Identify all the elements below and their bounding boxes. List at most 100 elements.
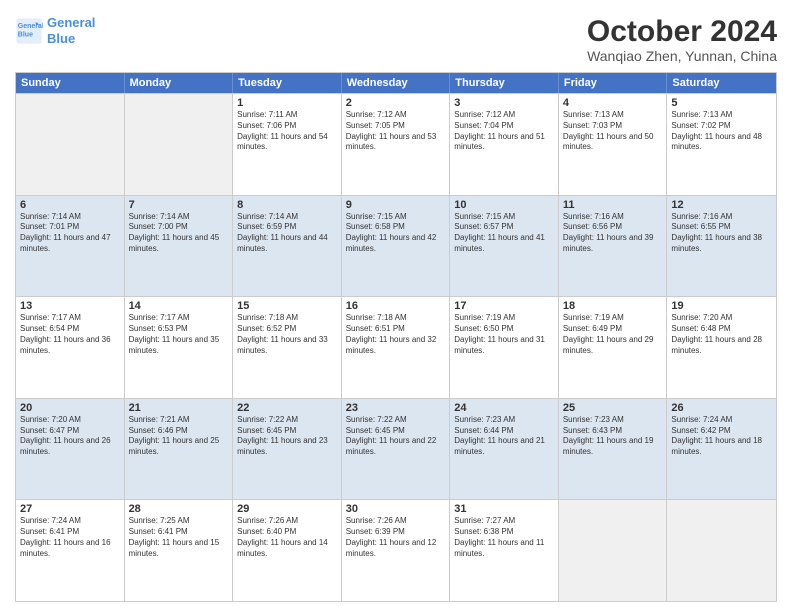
- cell-date-3: 3: [454, 97, 554, 109]
- cell-date-28: 28: [129, 503, 229, 515]
- calendar-row-3: 20Sunrise: 7:20 AMSunset: 6:47 PMDayligh…: [16, 398, 776, 500]
- calendar-cell-7: 7Sunrise: 7:14 AMSunset: 7:00 PMDaylight…: [125, 196, 234, 297]
- cell-date-14: 14: [129, 300, 229, 312]
- cell-date-13: 13: [20, 300, 120, 312]
- calendar-cell-3: 3Sunrise: 7:12 AMSunset: 7:04 PMDaylight…: [450, 94, 559, 195]
- cell-date-30: 30: [346, 503, 446, 515]
- calendar-cell-24: 24Sunrise: 7:23 AMSunset: 6:44 PMDayligh…: [450, 399, 559, 500]
- calendar-cell-5: 5Sunrise: 7:13 AMSunset: 7:02 PMDaylight…: [667, 94, 776, 195]
- calendar-cell-30: 30Sunrise: 7:26 AMSunset: 6:39 PMDayligh…: [342, 500, 451, 601]
- cell-date-29: 29: [237, 503, 337, 515]
- empty-cell: [559, 500, 668, 601]
- cell-info-22: Sunrise: 7:22 AMSunset: 6:45 PMDaylight:…: [237, 415, 337, 458]
- cell-info-19: Sunrise: 7:20 AMSunset: 6:48 PMDaylight:…: [671, 313, 772, 356]
- subtitle: Wanqiao Zhen, Yunnan, China: [587, 48, 777, 64]
- cell-info-12: Sunrise: 7:16 AMSunset: 6:55 PMDaylight:…: [671, 212, 772, 255]
- cell-info-29: Sunrise: 7:26 AMSunset: 6:40 PMDaylight:…: [237, 516, 337, 559]
- cell-info-6: Sunrise: 7:14 AMSunset: 7:01 PMDaylight:…: [20, 212, 120, 255]
- header-day-wednesday: Wednesday: [342, 73, 451, 93]
- calendar-cell-14: 14Sunrise: 7:17 AMSunset: 6:53 PMDayligh…: [125, 297, 234, 398]
- calendar-cell-19: 19Sunrise: 7:20 AMSunset: 6:48 PMDayligh…: [667, 297, 776, 398]
- calendar-cell-16: 16Sunrise: 7:18 AMSunset: 6:51 PMDayligh…: [342, 297, 451, 398]
- cell-info-23: Sunrise: 7:22 AMSunset: 6:45 PMDaylight:…: [346, 415, 446, 458]
- calendar-body: 1Sunrise: 7:11 AMSunset: 7:06 PMDaylight…: [16, 93, 776, 601]
- cell-info-7: Sunrise: 7:14 AMSunset: 7:00 PMDaylight:…: [129, 212, 229, 255]
- cell-date-16: 16: [346, 300, 446, 312]
- calendar-cell-28: 28Sunrise: 7:25 AMSunset: 6:41 PMDayligh…: [125, 500, 234, 601]
- logo-icon: General Blue: [15, 17, 43, 45]
- cell-date-6: 6: [20, 199, 120, 211]
- calendar-cell-4: 4Sunrise: 7:13 AMSunset: 7:03 PMDaylight…: [559, 94, 668, 195]
- header-day-thursday: Thursday: [450, 73, 559, 93]
- calendar-cell-10: 10Sunrise: 7:15 AMSunset: 6:57 PMDayligh…: [450, 196, 559, 297]
- cell-info-30: Sunrise: 7:26 AMSunset: 6:39 PMDaylight:…: [346, 516, 446, 559]
- calendar-cell-6: 6Sunrise: 7:14 AMSunset: 7:01 PMDaylight…: [16, 196, 125, 297]
- calendar-cell-13: 13Sunrise: 7:17 AMSunset: 6:54 PMDayligh…: [16, 297, 125, 398]
- calendar-cell-11: 11Sunrise: 7:16 AMSunset: 6:56 PMDayligh…: [559, 196, 668, 297]
- header-day-tuesday: Tuesday: [233, 73, 342, 93]
- cell-date-20: 20: [20, 402, 120, 414]
- cell-info-18: Sunrise: 7:19 AMSunset: 6:49 PMDaylight:…: [563, 313, 663, 356]
- cell-date-9: 9: [346, 199, 446, 211]
- cell-info-27: Sunrise: 7:24 AMSunset: 6:41 PMDaylight:…: [20, 516, 120, 559]
- cell-info-14: Sunrise: 7:17 AMSunset: 6:53 PMDaylight:…: [129, 313, 229, 356]
- empty-cell: [125, 94, 234, 195]
- cell-date-11: 11: [563, 199, 663, 211]
- calendar-cell-20: 20Sunrise: 7:20 AMSunset: 6:47 PMDayligh…: [16, 399, 125, 500]
- calendar-row-0: 1Sunrise: 7:11 AMSunset: 7:06 PMDaylight…: [16, 93, 776, 195]
- cell-date-15: 15: [237, 300, 337, 312]
- empty-cell: [16, 94, 125, 195]
- cell-info-9: Sunrise: 7:15 AMSunset: 6:58 PMDaylight:…: [346, 212, 446, 255]
- calendar-cell-8: 8Sunrise: 7:14 AMSunset: 6:59 PMDaylight…: [233, 196, 342, 297]
- calendar-cell-29: 29Sunrise: 7:26 AMSunset: 6:40 PMDayligh…: [233, 500, 342, 601]
- cell-info-15: Sunrise: 7:18 AMSunset: 6:52 PMDaylight:…: [237, 313, 337, 356]
- cell-info-11: Sunrise: 7:16 AMSunset: 6:56 PMDaylight:…: [563, 212, 663, 255]
- calendar-cell-26: 26Sunrise: 7:24 AMSunset: 6:42 PMDayligh…: [667, 399, 776, 500]
- calendar-cell-9: 9Sunrise: 7:15 AMSunset: 6:58 PMDaylight…: [342, 196, 451, 297]
- header-day-sunday: Sunday: [16, 73, 125, 93]
- cell-date-2: 2: [346, 97, 446, 109]
- cell-date-17: 17: [454, 300, 554, 312]
- cell-info-16: Sunrise: 7:18 AMSunset: 6:51 PMDaylight:…: [346, 313, 446, 356]
- calendar-cell-12: 12Sunrise: 7:16 AMSunset: 6:55 PMDayligh…: [667, 196, 776, 297]
- calendar-cell-17: 17Sunrise: 7:19 AMSunset: 6:50 PMDayligh…: [450, 297, 559, 398]
- cell-date-23: 23: [346, 402, 446, 414]
- calendar-cell-15: 15Sunrise: 7:18 AMSunset: 6:52 PMDayligh…: [233, 297, 342, 398]
- calendar-header: SundayMondayTuesdayWednesdayThursdayFrid…: [16, 73, 776, 93]
- cell-info-4: Sunrise: 7:13 AMSunset: 7:03 PMDaylight:…: [563, 110, 663, 153]
- calendar-cell-21: 21Sunrise: 7:21 AMSunset: 6:46 PMDayligh…: [125, 399, 234, 500]
- header: General Blue GeneralBlue October 2024 Wa…: [15, 15, 777, 64]
- cell-info-10: Sunrise: 7:15 AMSunset: 6:57 PMDaylight:…: [454, 212, 554, 255]
- cell-info-24: Sunrise: 7:23 AMSunset: 6:44 PMDaylight:…: [454, 415, 554, 458]
- cell-info-31: Sunrise: 7:27 AMSunset: 6:38 PMDaylight:…: [454, 516, 554, 559]
- cell-date-7: 7: [129, 199, 229, 211]
- cell-date-22: 22: [237, 402, 337, 414]
- cell-date-31: 31: [454, 503, 554, 515]
- calendar-row-2: 13Sunrise: 7:17 AMSunset: 6:54 PMDayligh…: [16, 296, 776, 398]
- logo: General Blue GeneralBlue: [15, 15, 95, 46]
- cell-info-20: Sunrise: 7:20 AMSunset: 6:47 PMDaylight:…: [20, 415, 120, 458]
- calendar-cell-22: 22Sunrise: 7:22 AMSunset: 6:45 PMDayligh…: [233, 399, 342, 500]
- page: General Blue GeneralBlue October 2024 Wa…: [0, 0, 792, 612]
- logo-text: GeneralBlue: [47, 15, 95, 46]
- header-day-saturday: Saturday: [667, 73, 776, 93]
- cell-date-8: 8: [237, 199, 337, 211]
- cell-info-1: Sunrise: 7:11 AMSunset: 7:06 PMDaylight:…: [237, 110, 337, 153]
- cell-date-4: 4: [563, 97, 663, 109]
- cell-info-3: Sunrise: 7:12 AMSunset: 7:04 PMDaylight:…: [454, 110, 554, 153]
- cell-date-12: 12: [671, 199, 772, 211]
- cell-info-5: Sunrise: 7:13 AMSunset: 7:02 PMDaylight:…: [671, 110, 772, 153]
- cell-date-18: 18: [563, 300, 663, 312]
- cell-date-24: 24: [454, 402, 554, 414]
- cell-date-10: 10: [454, 199, 554, 211]
- calendar-cell-18: 18Sunrise: 7:19 AMSunset: 6:49 PMDayligh…: [559, 297, 668, 398]
- cell-info-8: Sunrise: 7:14 AMSunset: 6:59 PMDaylight:…: [237, 212, 337, 255]
- empty-cell: [667, 500, 776, 601]
- cell-info-28: Sunrise: 7:25 AMSunset: 6:41 PMDaylight:…: [129, 516, 229, 559]
- cell-info-13: Sunrise: 7:17 AMSunset: 6:54 PMDaylight:…: [20, 313, 120, 356]
- cell-date-1: 1: [237, 97, 337, 109]
- cell-info-2: Sunrise: 7:12 AMSunset: 7:05 PMDaylight:…: [346, 110, 446, 153]
- cell-info-21: Sunrise: 7:21 AMSunset: 6:46 PMDaylight:…: [129, 415, 229, 458]
- svg-text:Blue: Blue: [18, 31, 33, 38]
- cell-date-21: 21: [129, 402, 229, 414]
